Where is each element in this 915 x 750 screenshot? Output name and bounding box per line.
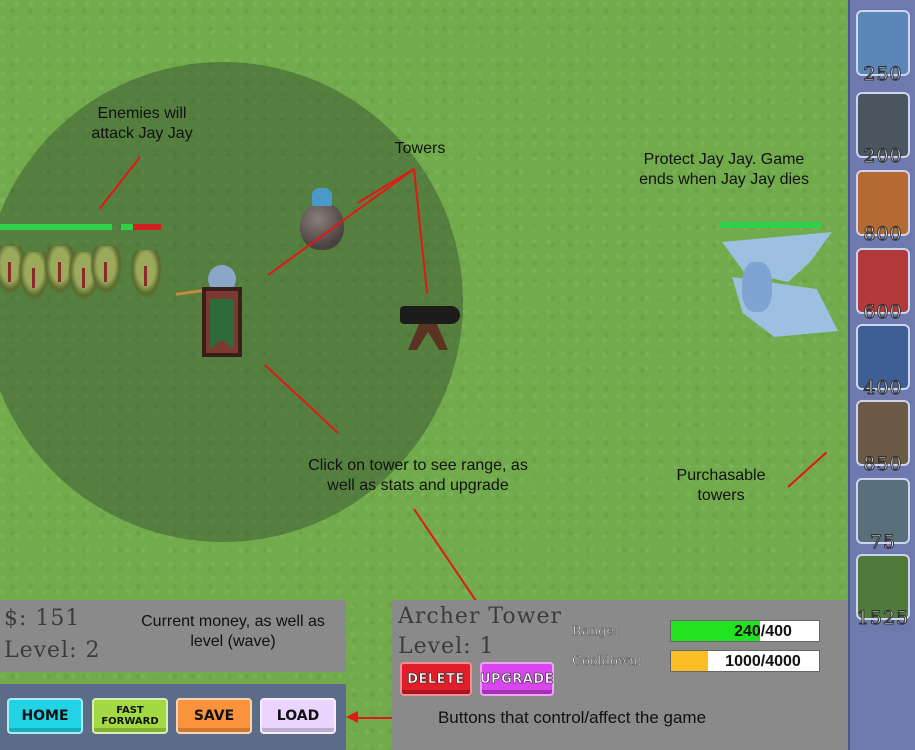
shop-item-cannon[interactable]: 200: [853, 90, 913, 168]
annotation-money: Current money, as well as level (wave): [141, 613, 325, 650]
shop-item-crossbow[interactable]: 75: [853, 476, 913, 554]
annotation-purchasable: Purchasable towers: [676, 467, 766, 504]
annotation-arrow-head: [346, 711, 358, 723]
annotation-buttons: Buttons that control/affect the game: [437, 708, 707, 727]
annotation-enemies: Enemies will attack Jay Jay: [91, 105, 193, 142]
shop-item-mage[interactable]: 600: [853, 246, 913, 324]
delete-tower-button[interactable]: DELETE: [400, 662, 472, 696]
tower-info-panel: Archer Tower Level: 1 Range: 240/400 Coo…: [392, 600, 848, 750]
shop-item-dwarf[interactable]: 850: [853, 398, 913, 476]
home-button[interactable]: HOME: [7, 698, 83, 734]
shop-item-knight[interactable]: 250: [853, 8, 913, 86]
annotation-arrow: [413, 508, 478, 603]
shop-item-wizard[interactable]: 400: [853, 322, 913, 400]
upgrade-tower-button[interactable]: UPGRADE: [480, 662, 554, 696]
cannon-tower[interactable]: [398, 304, 462, 354]
annotation-arrow: [787, 451, 828, 488]
jay-jay: [712, 222, 840, 340]
load-button[interactable]: LOAD: [260, 698, 336, 734]
enemy: [90, 246, 122, 294]
status-panel: $: 151 Level: 2 Current money, as well a…: [0, 600, 346, 672]
cooldown-value: 1000/4000: [725, 653, 801, 670]
tower-level: Level: 1: [398, 634, 495, 659]
bomb-tower[interactable]: [298, 188, 346, 252]
enemy-health-bar: [121, 224, 161, 230]
cooldown-bar: 1000/4000: [670, 650, 820, 672]
range-value: 240/400: [734, 623, 792, 640]
level-display: Level: 2: [4, 638, 101, 663]
cooldown-label: Cooldown:: [572, 654, 642, 670]
annotation-click-tower: Click on tower to see range, as well as …: [308, 457, 528, 494]
enemy: [130, 250, 162, 298]
tower-shop: 250 200 800 600 400 850 75 1525: [848, 0, 915, 750]
range-label: Range:: [572, 624, 619, 640]
fast-forward-button[interactable]: FAST FORWARD: [92, 698, 168, 734]
archer-tower[interactable]: [200, 265, 244, 357]
annotation-protect: Protect Jay Jay. Game ends when Jay Jay …: [639, 151, 809, 188]
enemy-health-bar: [0, 224, 112, 230]
shop-item-fortress[interactable]: 800: [853, 168, 913, 246]
shop-item-goblin[interactable]: 1525: [853, 552, 913, 630]
range-bar: 240/400: [670, 620, 820, 642]
tower-name: Archer Tower: [398, 604, 563, 629]
annotation-towers: Towers: [394, 140, 446, 157]
save-button[interactable]: SAVE: [176, 698, 252, 734]
money-display: $: 151: [4, 606, 81, 631]
control-panel: HOME FAST FORWARD SAVE LOAD: [0, 684, 346, 750]
